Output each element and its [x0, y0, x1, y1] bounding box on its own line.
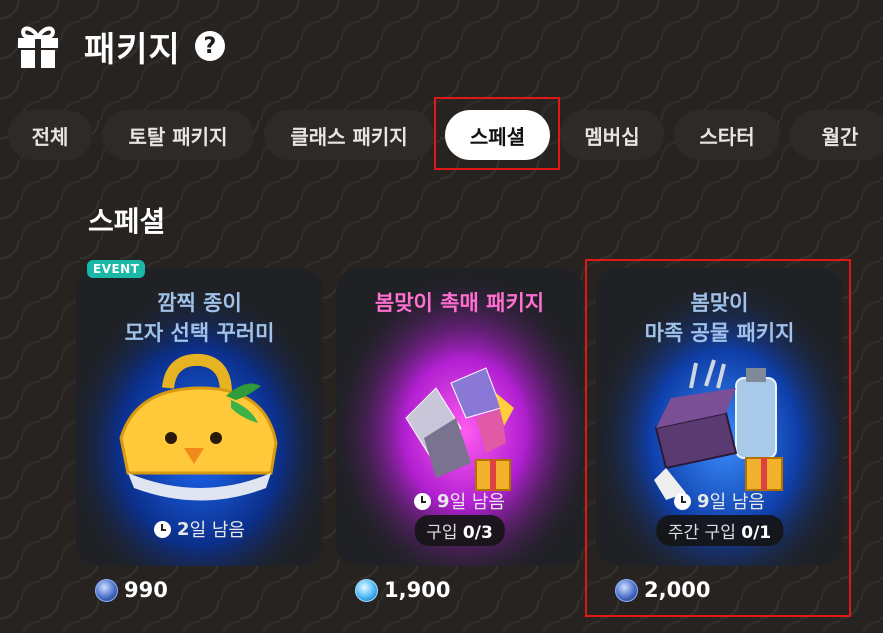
coin-icon [95, 578, 118, 602]
package-card-catalyst[interactable]: 봄맞이 촉매 패키지 9일 남음 구입 0/3 [336, 268, 583, 566]
tab-total-package[interactable]: 토탈 패키지 [102, 110, 254, 160]
page-header: 패키지 ? [14, 18, 225, 74]
clock-icon [154, 520, 172, 538]
card-highlight-box [585, 259, 851, 617]
tab-highlight-box [434, 97, 560, 170]
package-name: 봄맞이 촉매 패키지 [374, 291, 545, 315]
section-title: 스페셜 [88, 205, 166, 238]
time-remaining: 2일 남음 [76, 516, 323, 542]
help-icon[interactable]: ? [194, 31, 225, 61]
page-title: 패키지 [84, 29, 181, 70]
tab-starter[interactable]: 스타터 [674, 110, 780, 160]
package-card-paper-hat[interactable]: 깜찍 종이 모자 선택 꾸러미 2일 남음 [76, 268, 323, 566]
tab-all[interactable]: 전체 [8, 110, 92, 160]
price-paper-hat: 990 [95, 578, 168, 602]
time-remaining: 9일 남음 [336, 488, 583, 514]
package-name: 깜찍 종이 모자 선택 꾸러미 [124, 291, 275, 345]
tab-membership[interactable]: 멤버십 [560, 110, 664, 160]
gift-icon [18, 26, 58, 68]
gem-icon [355, 578, 378, 602]
purchase-limit: 구입 0/3 [414, 515, 505, 546]
event-badge: EVENT [87, 260, 146, 278]
tab-class-package[interactable]: 클래스 패키지 [264, 110, 434, 160]
clock-icon [414, 492, 432, 510]
tab-monthly[interactable]: 월간 [790, 110, 883, 160]
price-catalyst: 1,900 [355, 578, 450, 602]
